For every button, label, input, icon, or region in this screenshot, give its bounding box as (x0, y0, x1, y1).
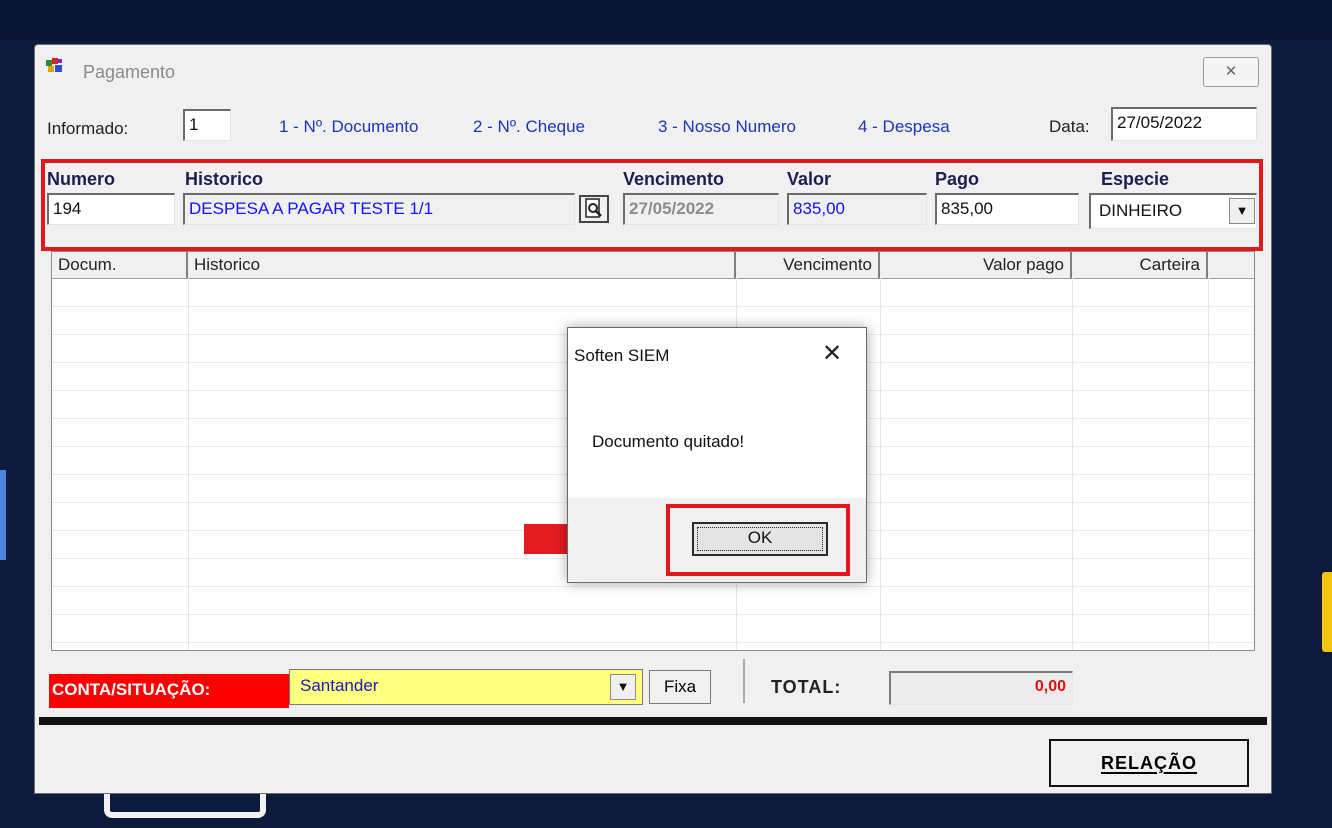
close-icon[interactable]: ✕ (822, 342, 842, 366)
especie-dropdown-button[interactable]: ▼ (1229, 198, 1255, 224)
dialog-title: Soften SIEM (574, 346, 670, 365)
grid-line (52, 586, 1254, 587)
close-button[interactable]: ✕ (1203, 57, 1259, 87)
col-header-docum[interactable]: Docum. (52, 252, 188, 278)
especie-value: DINHEIRO (1099, 201, 1183, 220)
divider (743, 659, 745, 703)
col-header-historico[interactable]: Historico (188, 252, 736, 278)
footer-divider (39, 717, 1267, 725)
data-label: Data: (1049, 117, 1090, 136)
window-title: Pagamento (83, 62, 176, 82)
relacao-label: RELAÇÃO (1101, 753, 1197, 773)
app-icon (46, 58, 62, 72)
pago-label: Pago (935, 169, 980, 189)
numero-label: Numero (47, 169, 116, 189)
search-document-button[interactable] (579, 195, 609, 223)
valor-label: Valor (787, 169, 832, 189)
grid-line (52, 614, 1254, 615)
option-cheque: 2 - Nº. Cheque (473, 117, 586, 136)
dialog-message: Documento quitado! (592, 432, 745, 451)
desktop-decoration (0, 470, 6, 560)
message-dialog: Soften SIEM ✕ Documento quitado! OK (567, 327, 867, 583)
conta-situacao-label: CONTA/SITUAÇÃO: (49, 674, 289, 708)
historico-field: DESPESA A PAGAR TESTE 1/1 (183, 193, 575, 225)
search-document-icon (585, 198, 602, 218)
pago-input[interactable]: 835,00 (935, 193, 1079, 225)
option-nosso-numero: 3 - Nosso Numero (658, 117, 796, 136)
dropdown-arrow-icon: ▼ (1235, 203, 1249, 218)
focus-rectangle (697, 527, 823, 551)
especie-label: Especie (1101, 169, 1170, 189)
desktop-background (0, 0, 1332, 40)
relacao-button[interactable]: RELAÇÃO (1049, 739, 1249, 787)
valor-field: 835,00 (787, 193, 927, 225)
vencimento-label: Vencimento (623, 169, 725, 189)
numero-input[interactable]: 194 (47, 193, 175, 225)
desktop-decoration (104, 792, 266, 818)
fixa-button[interactable]: Fixa (649, 670, 711, 704)
desktop-decoration (1322, 572, 1332, 652)
especie-select[interactable]: DINHEIRO ▼ (1089, 193, 1257, 229)
option-documento: 1 - Nº. Documento (279, 117, 419, 136)
col-header-carteira[interactable]: Carteira (1072, 252, 1208, 278)
data-input[interactable]: 27/05/2022 (1111, 107, 1257, 141)
title-bar: Pagamento ✕ (35, 45, 1271, 87)
ok-button[interactable]: OK (692, 522, 828, 556)
informado-label: Informado: (47, 119, 129, 138)
close-icon: ✕ (1224, 63, 1238, 80)
conta-dropdown-button[interactable]: ▼ (610, 674, 636, 700)
vencimento-field: 27/05/2022 (623, 193, 779, 225)
dropdown-arrow-icon: ▼ (616, 679, 630, 694)
col-header-valor-pago[interactable]: Valor pago (880, 252, 1072, 278)
informado-input[interactable]: 1 (183, 109, 231, 141)
conta-select[interactable]: Santander ▼ (289, 669, 643, 705)
table-header: Docum. Historico Vencimento Valor pago C… (52, 252, 1254, 279)
option-despesa: 4 - Despesa (858, 117, 950, 136)
total-label: TOTAL: (771, 677, 842, 697)
grid-line (52, 642, 1254, 643)
conta-value: Santander (300, 676, 379, 695)
historico-label: Historico (185, 169, 264, 189)
grid-line (52, 306, 1254, 307)
total-value: 0,00 (889, 671, 1073, 705)
col-header-vencimento[interactable]: Vencimento (736, 252, 880, 278)
